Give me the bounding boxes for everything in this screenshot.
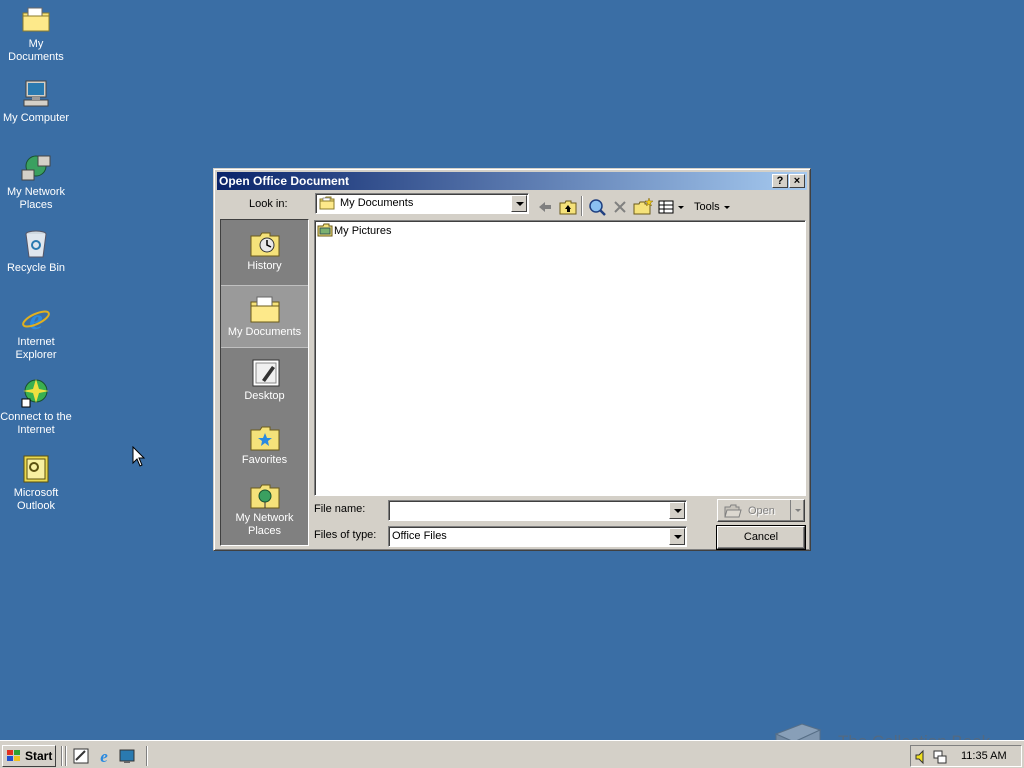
help-button[interactable]: ? [772,174,788,188]
desktop-icon-label: Internet Explorer [15,336,57,361]
place-desktop[interactable]: Desktop [221,358,308,414]
place-favorites[interactable]: Favorites [221,422,308,478]
place-label: Desktop [244,390,285,402]
windows-logo-icon [7,750,20,761]
internet-explorer-icon: e [100,747,108,766]
quick-launch-internet-explorer[interactable]: e [95,747,113,766]
place-label: My Documents [227,326,302,338]
taskbar: Start e 11:35 AM [0,740,1024,768]
files-of-type-label: Files of type: [314,529,377,541]
open-office-document-dialog: Open Office Document ? × Look in: My Doc… [213,168,811,551]
views-icon [658,200,684,214]
desktop-icon-label: My Network Places [6,186,66,211]
delete-button[interactable] [609,197,631,217]
files-of-type-dropdown[interactable]: Office Files [388,526,687,547]
internet-explorer-icon: e [22,303,50,334]
views-button[interactable] [656,197,688,217]
cancel-button[interactable]: Cancel [716,525,806,550]
chevron-down-icon [724,206,730,209]
desktop-icon-label: Connect to the Internet [0,411,72,436]
new-folder-icon [633,197,654,215]
favorites-folder-icon [250,426,279,451]
up-folder-icon [559,200,577,215]
place-my-network-places[interactable]: My Network Places [221,480,308,544]
toolbar-separator [581,196,583,216]
open-button-label: Open [748,505,775,517]
network-places-folder-icon [250,484,279,509]
dialog-title: Open Office Document [219,174,350,188]
tools-label: Tools [694,201,720,213]
place-label: My Network Places [235,512,294,537]
my-documents-folder-icon [250,296,279,323]
desktop-icon-my-network-places[interactable]: My Network Places [0,152,72,212]
desktop-icon-microsoft-outlook[interactable]: Microsoft Outlook [0,453,72,513]
desktop-icon-label: Recycle Bin [6,262,66,274]
quick-launch-show-desktop[interactable] [118,747,136,765]
file-name: My Pictures [334,225,392,237]
files-of-type-value: Office Files [392,530,447,542]
open-button[interactable]: Open [717,499,805,522]
desktop-icon-my-computer[interactable]: My Computer [0,78,72,125]
outlook-icon [23,455,49,483]
file-name-label: File name: [314,503,366,515]
search-web-icon [589,199,606,216]
look-in-value: My Documents [340,197,414,209]
start-button[interactable]: Start [2,745,56,767]
desktop-icon-internet-explorer[interactable]: e Internet Explorer [0,302,72,362]
search-web-button[interactable] [586,197,608,217]
back-arrow-icon [539,202,551,212]
chevron-down-icon[interactable] [669,502,685,519]
desktop-icon-my-documents[interactable]: My Documents [0,4,72,64]
places-bar: History My Documents Desktop Favorites M… [220,219,309,546]
place-history[interactable]: History [221,228,308,284]
delete-x-icon [614,201,626,213]
network-connection-icon[interactable] [932,749,948,765]
up-one-level-button[interactable] [557,197,579,217]
taskbar-separator [146,746,148,766]
chevron-down-icon[interactable] [511,195,527,212]
tools-menu-button[interactable]: Tools [692,197,734,217]
folder-icon [22,7,50,32]
place-my-documents[interactable]: My Documents [221,285,308,348]
cancel-button-label: Cancel [743,531,779,543]
back-button[interactable] [534,197,556,217]
desktop-icon-recycle-bin[interactable]: Recycle Bin [0,228,72,275]
clock[interactable]: 11:35 AM [961,750,1007,762]
connect-internet-icon [21,379,49,408]
taskbar-separator [61,746,63,766]
dialog-titlebar[interactable]: Open Office Document ? × [217,172,807,190]
place-label: Favorites [241,454,288,466]
desktop-icon-label: Microsoft Outlook [13,487,59,512]
chevron-down-icon[interactable] [669,528,685,545]
outlook-quicklaunch-icon [73,748,89,764]
create-new-folder-button[interactable] [632,197,654,217]
taskbar-separator [65,746,67,766]
open-options-chevron-icon[interactable] [790,500,804,521]
file-name-input[interactable] [388,500,687,521]
close-button[interactable]: × [789,174,805,188]
file-list[interactable]: My Pictures [314,220,806,496]
place-label: History [247,260,282,272]
show-desktop-icon [119,749,135,763]
desktop-icon-connect-to-internet[interactable]: Connect to the Internet [0,377,72,437]
history-folder-icon [250,232,279,257]
open-folder-icon [724,504,742,518]
folder-icon [319,196,335,210]
look-in-dropdown[interactable]: My Documents [315,193,529,214]
recycle-bin-icon [25,230,47,258]
computer-icon [23,80,49,107]
svg-text:e: e [100,747,108,765]
mouse-cursor-icon [132,446,146,467]
svg-text:e: e [29,303,42,334]
volume-icon[interactable] [914,749,930,765]
start-label: Start [25,749,53,763]
look-in-label: Look in: [249,198,288,210]
desktop-icon-label: My Documents [8,38,64,63]
desktop-icon [252,359,279,387]
desktop-icon-label: My Computer [2,112,70,124]
pictures-folder-icon [317,223,333,237]
system-tray: 11:35 AM [910,745,1022,767]
network-icon [21,155,51,181]
quick-launch-outlook[interactable] [72,747,90,765]
